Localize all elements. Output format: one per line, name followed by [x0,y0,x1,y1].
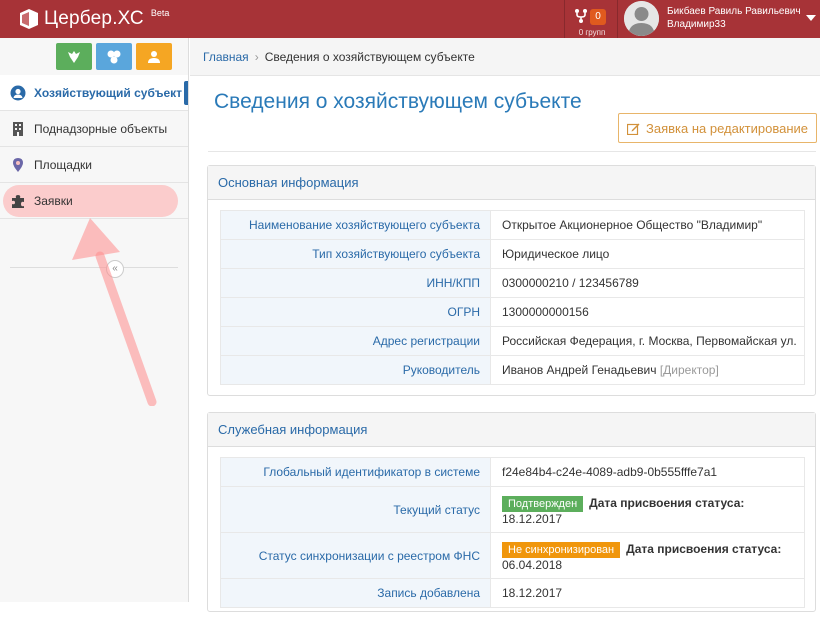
sidebar-item-label: Площадки [34,157,92,172]
row-label: Наименование хозяйствующего субъекта [220,210,491,240]
group-button[interactable] [96,43,132,70]
divider [208,151,816,152]
brand-name: Цербер.ХС [44,8,144,29]
notifications-button[interactable]: 0 0 групп [568,0,616,38]
row-value: 1300000000156 [490,297,805,327]
divider [10,267,178,268]
row-value: Российская Федерация, г. Москва, Первома… [490,326,805,356]
row-value: Юридическое лицо [490,239,805,269]
table-row: Запись добавлена 18.12.2017 [220,578,805,608]
collapse-sidebar-button[interactable]: « [106,260,124,278]
row-value: Не синхронизирован Дата присвоения статус… [490,532,805,579]
service-info-table: Глобальный идентификатор в системе f24e8… [220,457,805,608]
sidebar-item-label: Заявки [34,193,73,208]
sidebar-item-applications[interactable]: Заявки [0,183,188,219]
row-value: Подтвержден Дата присвоения статуса: 18.1… [490,486,805,533]
pointer-arrow-annotation [72,218,157,406]
emblem-icon [68,50,80,63]
sync-date: 06.04.2018 [502,558,563,572]
table-row: Руководитель Иванов Андрей Генадьевич [Д… [220,355,805,385]
sync-date-label: Дата присвоения статуса: [626,542,782,556]
sidebar-item-label: Хозяйствующий субъект [34,85,183,100]
table-row: Адрес регистрации Российская Федерация, … [220,326,805,356]
user-circle-icon [10,85,26,100]
table-row: Тип хозяйствующего субъекта Юридическое … [220,239,805,269]
code-fork-icon [575,9,587,23]
brand[interactable]: Цербер.ХС Beta [20,7,169,31]
row-label: Тип хозяйствующего субъекта [220,239,491,269]
service-info-panel: Служебная информация Глобальный идентифи… [207,412,816,612]
row-label: Руководитель [220,355,491,385]
global-id-value: f24e84b4-c24e-4089-adb9-0b555fffe7a1 [490,457,805,487]
edit-icon [626,123,640,135]
row-value: Открытое Акционерное Общество "Владимир" [490,210,805,240]
sidebar-menu: Хозяйствующий субъект Поднадзорные объек… [0,75,188,219]
map-marker-icon [13,157,23,172]
notifications-count: 0 [590,9,606,25]
row-value: 18.12.2017 [490,578,805,608]
status-date-label: Дата присвоения статуса: [589,496,745,510]
users-icon [148,50,160,63]
row-label: Глобальный идентификатор в системе [220,457,491,487]
user-menu[interactable]: Бикбаев Равиль Равильевич Владимир33 [622,0,820,38]
panel-heading: Служебная информация [208,413,815,447]
circles-icon [107,50,121,63]
emblem-button[interactable] [56,43,92,70]
breadcrumb-home-link[interactable]: Главная [203,50,249,64]
sidebar-item-label: Поднадзорные объекты [34,121,168,136]
row-value: 0300000210 / 123456789 [490,268,805,298]
divider [617,0,618,38]
user-name: Бикбаев Равиль Равильевич [667,6,801,17]
table-row: Глобальный идентификатор в системе f24e8… [220,457,805,487]
basic-info-panel: Основная информация Наименование хозяйст… [207,165,816,396]
table-row: Текущий статус Подтвержден Дата присвоени… [220,486,805,533]
table-row: ОГРН 1300000000156 [220,297,805,327]
beta-badge: Beta [150,8,170,18]
caret-down-icon [806,15,816,21]
breadcrumb-current: Сведения о хозяйствующем субъекте [264,49,475,64]
sidebar-item-supervised-objects[interactable]: Поднадзорные объекты [0,111,188,147]
divider [564,0,565,38]
user-organization: Владимир33 [667,19,726,30]
row-label: ИНН/КПП [220,268,491,298]
top-navbar: Цербер.ХС Beta 0 0 групп Бикбаев Равиль … [0,0,820,38]
row-label: Статус синхронизации с реестром ФНС [220,532,491,579]
director-position: [Директор] [659,363,719,377]
row-label: ОГРН [220,297,491,327]
basic-info-table: Наименование хозяйствующего субъекта Отк… [220,210,805,385]
row-label: Текущий статус [220,486,491,533]
row-label: Запись добавлена [220,578,491,608]
user-silhouette-icon [624,1,659,36]
sidebar-item-economic-entity[interactable]: Хозяйствующий субъект [0,75,188,111]
puzzle-icon [12,194,24,208]
status-date: 18.12.2017 [502,512,563,526]
sync-status-badge: Не синхронизирован [502,542,621,558]
users-button[interactable] [136,43,172,70]
director-name: Иванов Андрей Генадьевич [502,363,657,377]
row-value: Иванов Андрей Генадьевич [Директор] [490,355,805,385]
sidebar-quick-buttons [56,43,172,70]
table-row: Наименование хозяйствующего субъекта Отк… [220,210,805,240]
logo-icon [20,9,38,29]
table-row: ИНН/КПП 0300000210 / 123456789 [220,268,805,298]
avatar [624,1,659,36]
page-title: Сведения о хозяйствующем субъекте [214,90,582,113]
edit-request-button[interactable]: Заявка на редактирование [618,113,817,143]
breadcrumb-separator: › [254,49,259,64]
edit-request-label: Заявка на редактирование [645,120,809,136]
status-badge: Подтвержден [502,496,584,512]
table-row: Статус синхронизации с реестром ФНС Не с… [220,532,805,579]
sidebar-item-sites[interactable]: Площадки [0,147,188,183]
breadcrumb: Главная › Сведения о хозяйствующем субъе… [190,38,820,76]
notifications-label: 0 групп [578,28,606,37]
row-label: Адрес регистрации [220,326,491,356]
sidebar: Хозяйствующий субъект Поднадзорные объек… [0,38,189,602]
building-icon [13,121,23,136]
panel-heading: Основная информация [208,166,815,200]
